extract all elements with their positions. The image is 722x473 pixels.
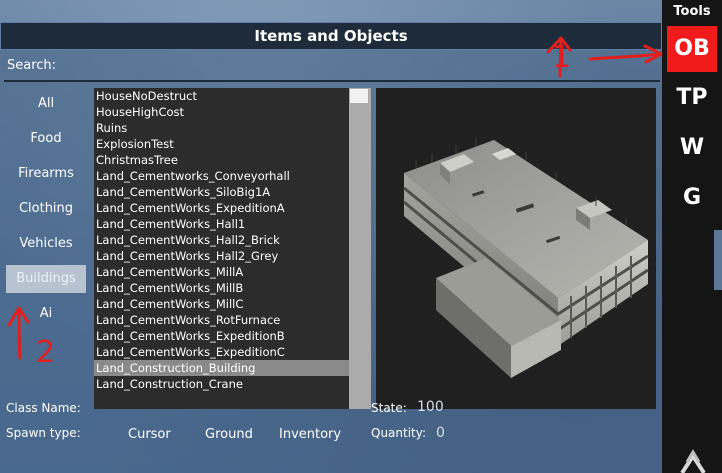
list-item[interactable]: Land_CementWorks_MillC: [94, 296, 349, 312]
category-vehicles[interactable]: Vehicles: [6, 230, 86, 258]
list-item[interactable]: Land_CementWorks_SiloBig1A: [94, 184, 349, 200]
category-all[interactable]: All: [6, 90, 86, 118]
list-item[interactable]: Land_Construction_Crane: [94, 376, 349, 392]
object-preview: [376, 88, 656, 409]
category-buildings[interactable]: Buildings: [6, 265, 86, 293]
list-item[interactable]: Land_CementWorks_ExpeditionC: [94, 344, 349, 360]
list-item[interactable]: Land_CementWorks_ExpeditionB: [94, 328, 349, 344]
spawn-ground-option[interactable]: Ground: [205, 427, 253, 442]
state-label: State:: [371, 401, 407, 415]
category-food[interactable]: Food: [6, 125, 86, 153]
tools-sidebar: Tools OB TP W G: [662, 0, 722, 473]
spawn-inventory-option[interactable]: Inventory: [279, 427, 341, 442]
building-preview-image: [376, 88, 656, 409]
class-name-label: Class Name:: [6, 401, 81, 415]
player-figure-icon: [680, 449, 706, 473]
tool-teleport-button[interactable]: TP: [667, 75, 717, 121]
list-item[interactable]: Land_Construction_Building: [94, 360, 349, 376]
list-item[interactable]: Land_CementWorks_MillA: [94, 264, 349, 280]
list-item[interactable]: Land_CementWorks_RotFurnace: [94, 312, 349, 328]
list-item[interactable]: Land_CementWorks_Hall1: [94, 216, 349, 232]
object-list: HouseNoDestruct HouseHighCost Ruins Explosi…: [94, 88, 349, 409]
list-item[interactable]: Land_CementWorks_Hall2_Brick: [94, 232, 349, 248]
state-value[interactable]: 100: [417, 399, 444, 415]
background-edge: [714, 230, 722, 290]
list-item[interactable]: ExplosionTest: [94, 136, 349, 152]
tool-objects-button[interactable]: OB: [667, 26, 717, 72]
search-divider: [4, 80, 660, 82]
spawn-type-label: Spawn type:: [6, 426, 81, 440]
tool-weather-button[interactable]: W: [667, 125, 717, 171]
search-label: Search:: [7, 58, 57, 73]
list-item[interactable]: Land_CementWorks_ExpeditionA: [94, 200, 349, 216]
list-item[interactable]: HouseHighCost: [94, 104, 349, 120]
object-list-box: HouseNoDestruct HouseHighCost Ruins Explosi…: [94, 88, 371, 409]
quantity-value[interactable]: 0: [436, 425, 445, 441]
list-item[interactable]: Land_CementWorks_Hall2_Grey: [94, 248, 349, 264]
list-item[interactable]: HouseNoDestruct: [94, 88, 349, 104]
spawn-cursor-option[interactable]: Cursor: [128, 427, 171, 442]
category-firearms[interactable]: Firearms: [6, 160, 86, 188]
list-scrollbar[interactable]: [349, 88, 371, 409]
tools-label: Tools: [673, 4, 711, 19]
list-scroll-thumb[interactable]: [350, 89, 368, 103]
category-clothing[interactable]: Clothing: [6, 195, 86, 223]
list-item[interactable]: Ruins: [94, 120, 349, 136]
annotation-label-1: 1: [552, 40, 572, 75]
list-item[interactable]: ChristmasTree: [94, 152, 349, 168]
tool-game-button[interactable]: G: [667, 175, 717, 221]
items-objects-panel: Items and Objects Search: All Food Firea…: [0, 22, 662, 473]
list-item[interactable]: Land_Cementworks_Conveyorhall: [94, 168, 349, 184]
quantity-label: Quantity:: [371, 426, 427, 440]
annotation-label-2: 2: [36, 335, 56, 370]
category-ai[interactable]: Ai: [6, 300, 86, 328]
list-item[interactable]: Land_CementWorks_MillB: [94, 280, 349, 296]
